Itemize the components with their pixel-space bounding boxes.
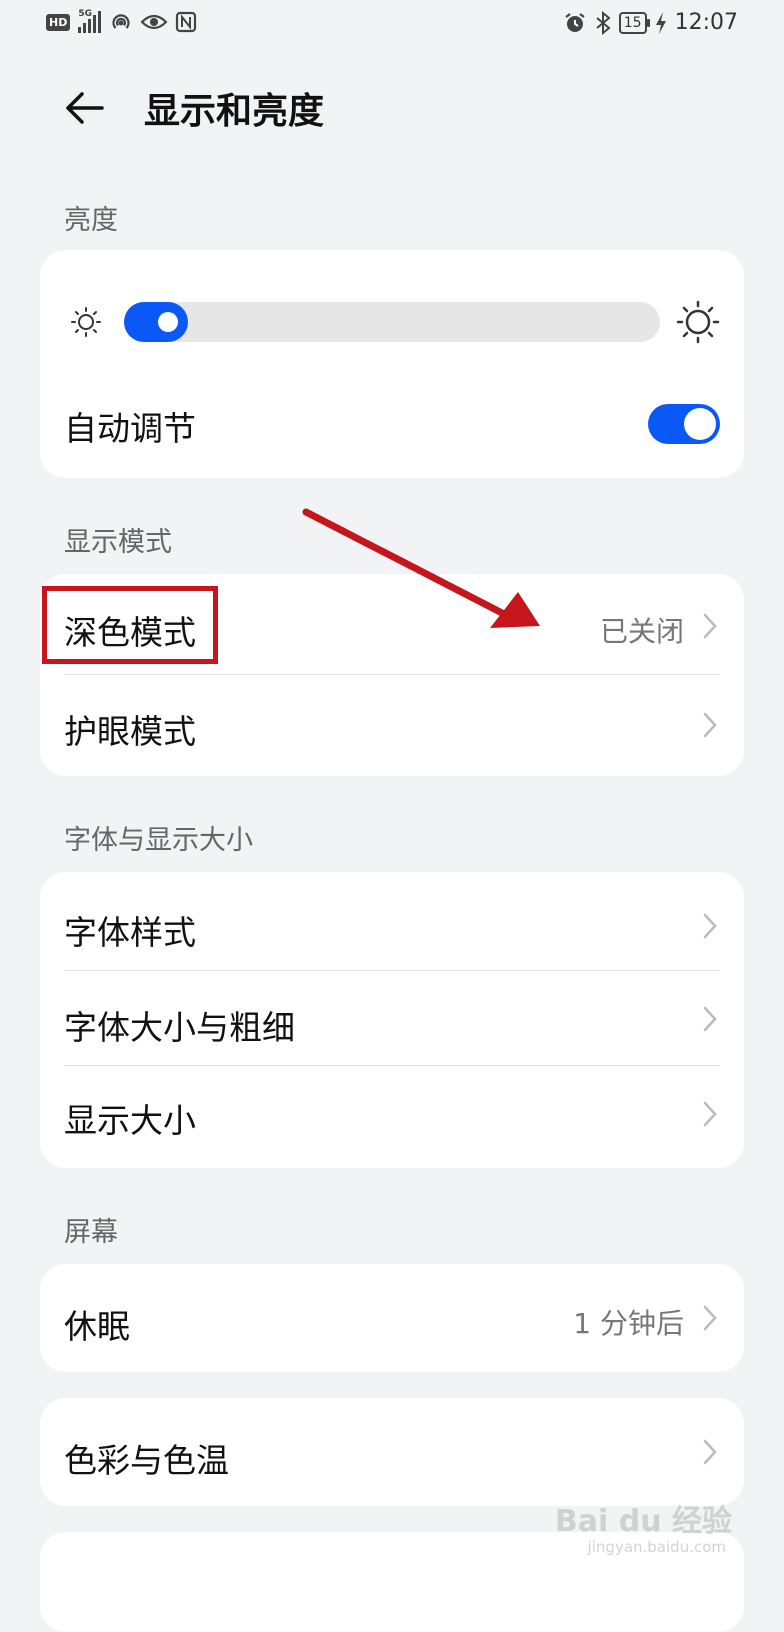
chevron-right-icon [703,613,717,639]
section-label-screen: 屏幕 [64,1217,118,1248]
section-label-brightness: 亮度 [64,205,118,236]
chevron-right-icon [703,1101,717,1127]
page-header: 显示和亮度 [0,70,784,140]
font-size-weight-label: 字体大小与粗细 [64,1008,295,1047]
page-title: 显示和亮度 [144,91,325,132]
font-display-card: 字体样式 字体大小与粗细 显示大小 [40,872,744,1168]
font-style-label: 字体样式 [64,913,196,952]
back-arrow-icon[interactable] [60,84,108,132]
brightness-slider-knob[interactable] [158,312,178,332]
battery-icon: 15 [618,11,650,34]
network-type-label: 5G [78,9,92,19]
brightness-low-icon [71,307,101,337]
alarm-icon [565,12,585,32]
chevron-right-icon [703,1305,717,1331]
bluetooth-icon [596,10,611,35]
chevron-right-icon [703,1006,717,1032]
brightness-card: 自动调节 [40,250,744,478]
5g-signal-icon: 5G [78,9,102,33]
watermark-url: jingyan.baidu.com [587,1538,726,1556]
brightness-high-icon [676,300,720,344]
dark-mode-highlight-box [42,586,218,664]
status-left-icons: HD 5G [46,9,197,34]
color-temp-row[interactable]: 色彩与色温 [40,1398,744,1506]
brightness-slider[interactable] [124,302,660,342]
section-label-display-mode: 显示模式 [64,527,172,558]
chevron-right-icon [703,1439,717,1465]
eye-comfort-label: 护眼模式 [64,712,196,751]
toggle-knob [684,408,716,440]
color-temp-card: 色彩与色温 [40,1398,744,1506]
status-bar: HD 5G 15 12:07 [0,0,784,48]
hotspot-icon [112,14,130,29]
charging-icon [655,11,666,34]
eye-comfort-row[interactable]: 护眼模式 [40,675,744,775]
eye-comfort-icon [141,14,168,30]
display-size-row[interactable]: 显示大小 [40,1066,744,1166]
hd-icon: HD [46,13,71,31]
dark-mode-value: 已关闭 [599,615,684,648]
nfc-icon [176,11,197,33]
section-label-font-display: 字体与显示大小 [64,825,253,856]
chevron-right-icon [703,712,717,738]
brightness-slider-fill [124,302,188,342]
sleep-row[interactable]: 休眠 1 分钟后 [40,1264,744,1372]
status-time: 12:07 [674,10,738,35]
font-size-weight-row[interactable]: 字体大小与粗细 [40,971,744,1065]
auto-adjust-label: 自动调节 [64,409,196,448]
sleep-value: 1 分钟后 [573,1307,684,1340]
color-temp-label: 色彩与色温 [64,1441,229,1480]
watermark-logo: Bai du 经验 [554,1504,732,1539]
chevron-right-icon [703,913,717,939]
sleep-card: 休眠 1 分钟后 [40,1264,744,1372]
sleep-label: 休眠 [64,1307,130,1346]
display-size-label: 显示大小 [64,1101,196,1140]
auto-adjust-toggle[interactable] [648,404,720,444]
status-right-icons: 15 12:07 [563,10,738,35]
font-style-row[interactable]: 字体样式 [40,872,744,970]
